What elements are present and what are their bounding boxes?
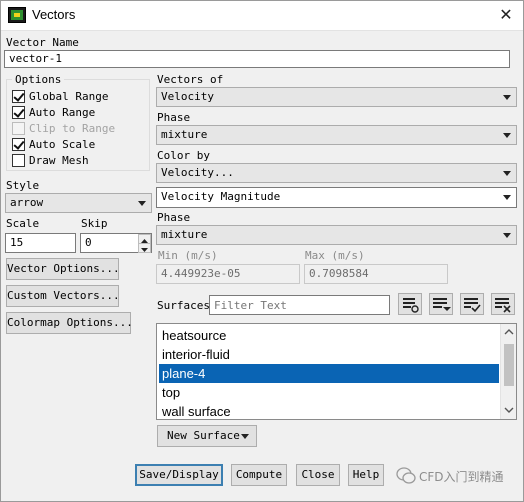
chevron-down-icon <box>503 95 511 100</box>
min-label: Min (m/s) <box>158 249 218 262</box>
new-surface-button[interactable]: New Surface <box>157 425 257 447</box>
phase-2-value: mixture <box>161 228 208 241</box>
surfaces-label: Surfaces <box>157 299 210 312</box>
vectors-of-label: Vectors of <box>157 73 224 86</box>
scale-input[interactable]: 15 <box>5 233 76 253</box>
scrollbar[interactable] <box>500 324 516 419</box>
new-surface-label: New Surface <box>167 429 240 442</box>
chevron-down-icon <box>503 233 511 238</box>
style-value: arrow <box>10 196 44 209</box>
global-range-label: Global Range <box>29 90 109 103</box>
chevron-down-icon <box>503 195 511 200</box>
surfaces-list[interactable]: heatsource interior-fluid plane-4 top wa… <box>156 323 517 420</box>
scroll-up-icon[interactable] <box>504 328 514 336</box>
list-item[interactable]: top <box>159 383 499 402</box>
max-field: 0.7098584 <box>304 264 448 284</box>
custom-vectors-button[interactable]: Custom Vectors... <box>6 285 120 307</box>
scale-label: Scale <box>6 217 40 230</box>
surface-filter-input[interactable] <box>209 295 390 315</box>
color-by-category-value: Velocity... <box>161 166 234 179</box>
options-title: Options <box>12 73 65 86</box>
colormap-options-button[interactable]: Colormap Options... <box>6 312 133 334</box>
vector-name-input[interactable]: vector-1 <box>4 50 510 68</box>
auto-scale-checkbox[interactable] <box>12 138 25 151</box>
list-item[interactable]: heatsource <box>159 326 499 345</box>
auto-scale-label: Auto Scale <box>29 138 96 151</box>
title-bar <box>0 0 524 31</box>
auto-range-label: Auto Range <box>29 106 96 119</box>
list-item-selected[interactable]: plane-4 <box>159 364 499 383</box>
help-button[interactable]: Help <box>348 464 384 486</box>
chevron-down-icon <box>241 434 249 439</box>
deselect-all-button[interactable] <box>491 293 515 315</box>
phase-2-dropdown[interactable]: mixture <box>156 225 517 245</box>
list-clear-icon <box>495 298 511 313</box>
skip-label: Skip <box>81 217 108 230</box>
select-all-icon <box>403 298 419 313</box>
clip-to-range-checkbox[interactable] <box>12 122 25 135</box>
vectors-of-value: Velocity <box>161 90 214 103</box>
watermark-text: CFD入门到精通 <box>419 470 504 484</box>
list-item[interactable]: interior-fluid <box>159 345 499 364</box>
list-dropdown-icon <box>433 298 451 311</box>
window-frame <box>0 0 524 502</box>
scrollbar-thumb[interactable] <box>504 344 514 386</box>
filter-options-button[interactable] <box>429 293 453 315</box>
clip-to-range-label: Clip to Range <box>29 122 116 135</box>
phase-label: Phase <box>157 111 191 124</box>
phase-2-label: Phase <box>157 211 191 224</box>
close-button[interactable]: Close <box>296 464 340 486</box>
vector-name-label: Vector Name <box>6 36 79 49</box>
auto-range-checkbox[interactable] <box>12 106 25 119</box>
vectors-of-dropdown[interactable]: Velocity <box>156 87 517 107</box>
window-title: Vectors <box>32 7 76 22</box>
save-display-button[interactable]: Save/Display <box>135 464 223 486</box>
color-by-category-dropdown[interactable]: Velocity... <box>156 163 517 183</box>
style-label: Style <box>6 179 40 192</box>
skip-spin-down[interactable] <box>138 243 151 253</box>
phase-dropdown[interactable]: mixture <box>156 125 517 145</box>
phase-value: mixture <box>161 128 208 141</box>
min-field: 4.449923e-05 <box>156 264 300 284</box>
list-item[interactable]: wall surface <box>159 402 499 419</box>
list-check-icon <box>464 298 481 313</box>
color-by-field-value: Velocity Magnitude <box>161 190 281 203</box>
style-dropdown[interactable]: arrow <box>5 193 152 213</box>
color-by-label: Color by <box>157 149 210 162</box>
draw-mesh-checkbox[interactable] <box>12 154 25 167</box>
watermark-icon <box>395 466 417 489</box>
chevron-down-icon <box>503 133 511 138</box>
chevron-down-icon <box>141 248 148 252</box>
check-selected-button[interactable] <box>460 293 484 315</box>
global-range-checkbox[interactable] <box>12 90 25 103</box>
chevron-down-icon <box>138 201 146 206</box>
chevron-down-icon <box>503 171 511 176</box>
color-by-field-dropdown[interactable]: Velocity Magnitude <box>156 187 517 208</box>
draw-mesh-label: Draw Mesh <box>29 154 89 167</box>
compute-button[interactable]: Compute <box>231 464 287 486</box>
app-icon <box>8 7 26 23</box>
close-icon[interactable]: ✕ <box>494 4 518 26</box>
scroll-down-icon[interactable] <box>504 406 514 414</box>
vector-options-button[interactable]: Vector Options... <box>6 258 120 280</box>
max-label: Max (m/s) <box>305 249 365 262</box>
select-all-surfaces-button[interactable] <box>398 293 422 315</box>
